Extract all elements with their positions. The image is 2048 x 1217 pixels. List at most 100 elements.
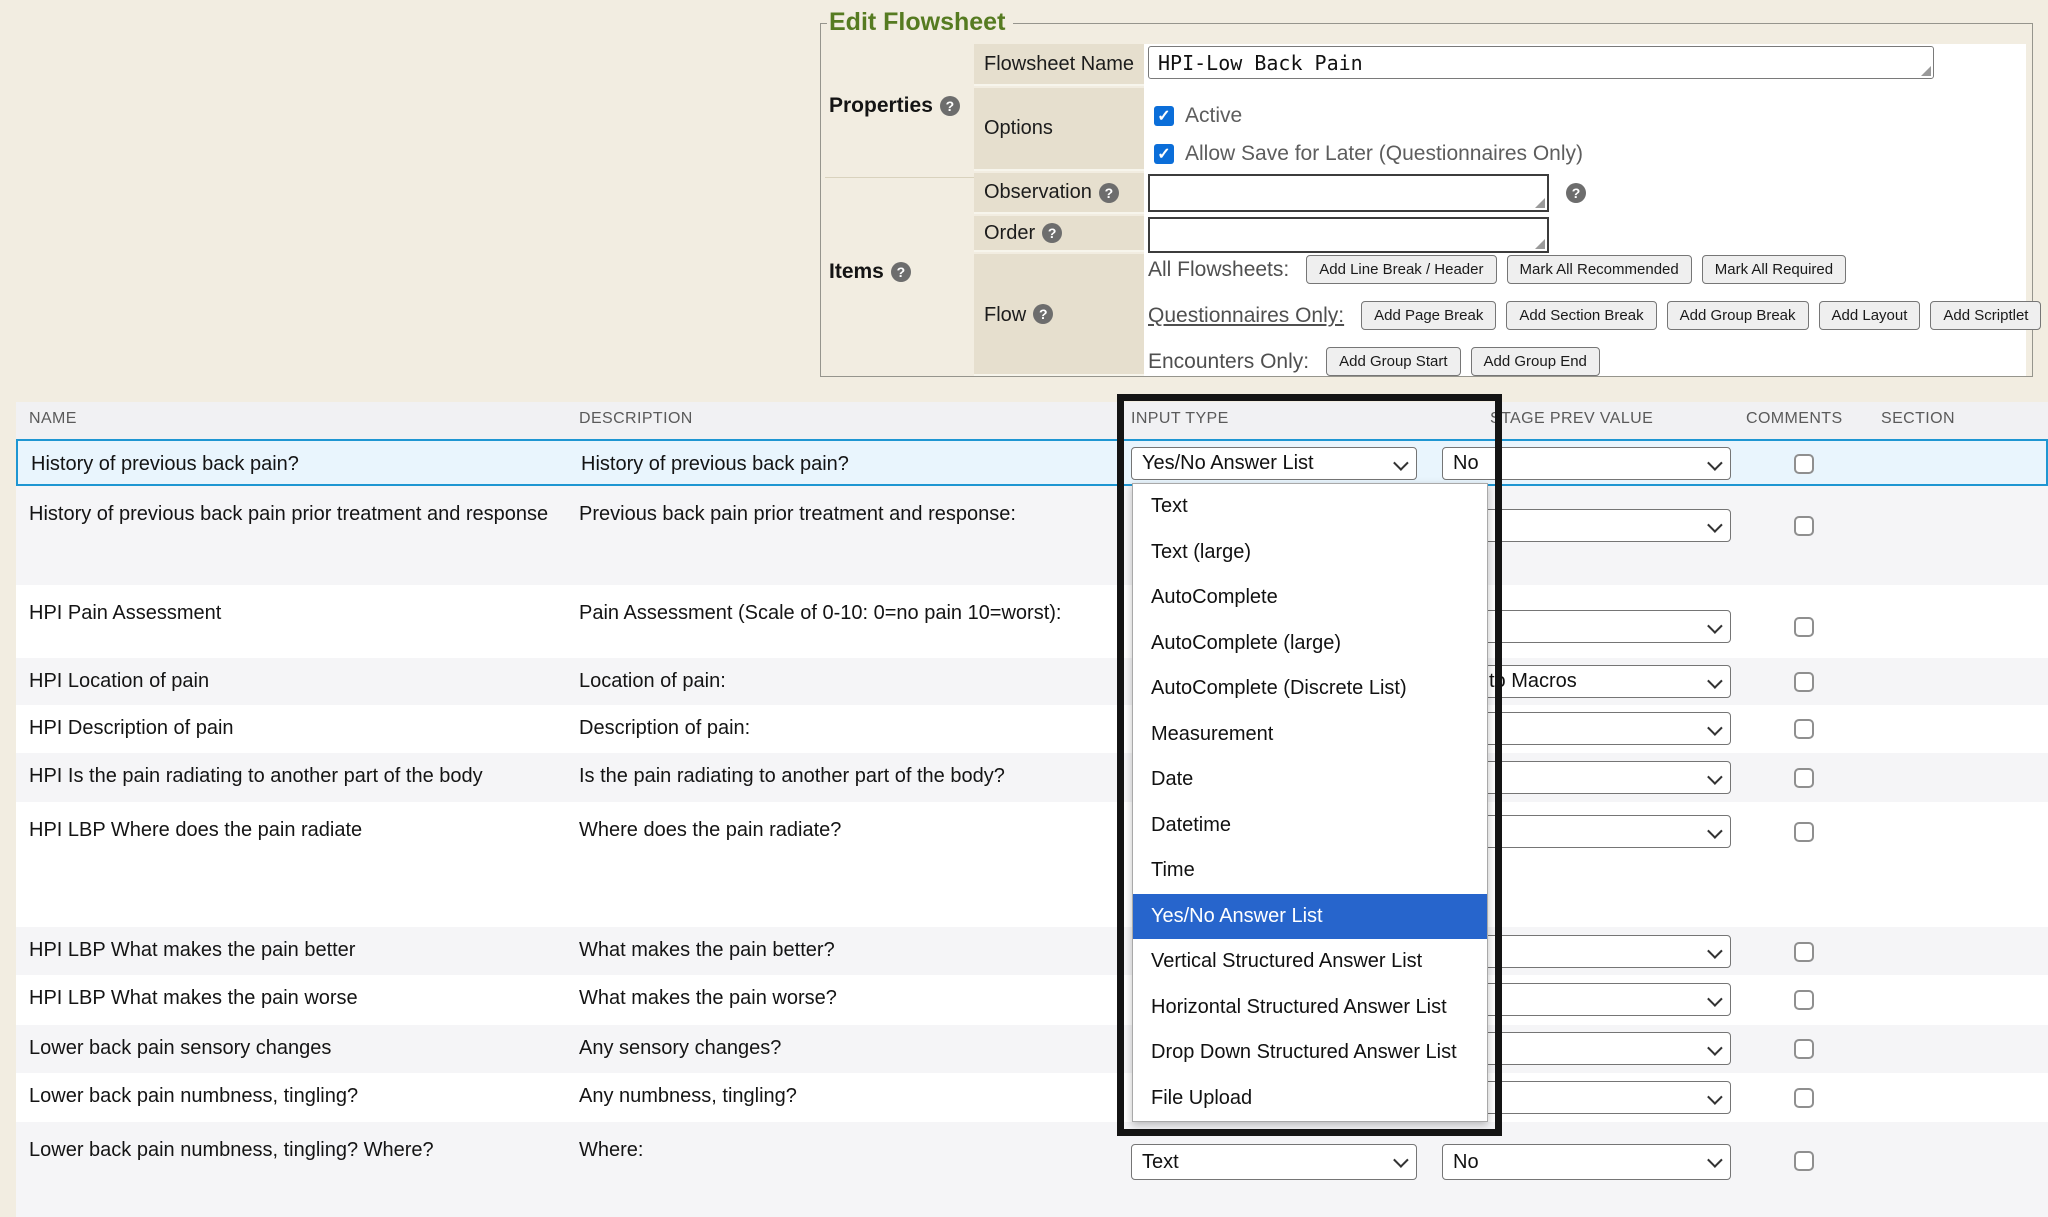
chevron-down-icon xyxy=(1707,517,1723,533)
comments-checkbox[interactable] xyxy=(1794,617,1814,637)
properties-help-icon[interactable]: ? xyxy=(940,96,960,116)
items-help-icon[interactable]: ? xyxy=(891,262,911,282)
add-layout-button[interactable]: Add Layout xyxy=(1819,301,1921,330)
comments-checkbox[interactable] xyxy=(1794,516,1814,536)
chevron-down-icon xyxy=(1707,1152,1723,1168)
option-allow-save-row: ✓ Allow Save for Later (Questionnaires O… xyxy=(1154,142,1583,166)
dropdown-option[interactable]: Time xyxy=(1133,848,1487,894)
allow-save-checkbox-label: Allow Save for Later (Questionnaires Onl… xyxy=(1185,142,1583,166)
input-type-select[interactable]: Text xyxy=(1131,1144,1417,1180)
observation-help-icon[interactable]: ? xyxy=(1099,183,1119,203)
col-header-name: NAME xyxy=(29,410,77,428)
row-description: Description of pain: xyxy=(579,715,1079,742)
comments-checkbox[interactable] xyxy=(1794,454,1814,474)
chevron-down-icon xyxy=(1707,991,1723,1007)
table-row[interactable]: HPI Is the pain radiating to another par… xyxy=(16,753,2048,802)
stage-prev-value-select[interactable]: No xyxy=(1442,1144,1731,1180)
dropdown-option[interactable]: Date xyxy=(1133,757,1487,803)
observation-field-help-icon[interactable]: ? xyxy=(1566,183,1586,203)
dropdown-option[interactable]: Vertical Structured Answer List xyxy=(1133,939,1487,985)
table-row[interactable]: Lower back pain sensory changesAny senso… xyxy=(16,1025,2048,1073)
add-page-break-button[interactable]: Add Page Break xyxy=(1361,301,1496,330)
table-row[interactable]: HPI LBP What makes the pain worseWhat ma… xyxy=(16,975,2048,1025)
table-row[interactable]: Lower back pain numbness, tingling?Any n… xyxy=(16,1073,2048,1122)
add-group-start-button[interactable]: Add Group Start xyxy=(1326,347,1460,376)
comments-checkbox[interactable] xyxy=(1794,1151,1814,1171)
resize-grip-icon[interactable] xyxy=(1535,198,1545,208)
encounters-buttons: Add Group Start Add Group End xyxy=(1326,347,1610,376)
mark-all-recommended-button[interactable]: Mark All Recommended xyxy=(1507,255,1692,284)
fieldset-legend: Edit Flowsheet xyxy=(827,8,1013,37)
row-description: Location of pain: xyxy=(579,668,1079,695)
comments-checkbox[interactable] xyxy=(1794,719,1814,739)
dropdown-option[interactable]: Drop Down Structured Answer List xyxy=(1133,1030,1487,1076)
comments-checkbox[interactable] xyxy=(1794,942,1814,962)
table-row[interactable]: HPI LBP What makes the pain betterWhat m… xyxy=(16,927,2048,975)
dropdown-option[interactable]: AutoComplete xyxy=(1133,575,1487,621)
chevron-down-icon xyxy=(1707,673,1723,689)
add-group-end-button[interactable]: Add Group End xyxy=(1471,347,1600,376)
comments-checkbox[interactable] xyxy=(1794,1088,1814,1108)
flow-all-flowsheets-row: All Flowsheets: Add Line Break / HeaderM… xyxy=(1148,255,1856,284)
add-line-break-header-button[interactable]: Add Line Break / Header xyxy=(1306,255,1496,284)
comments-checkbox[interactable] xyxy=(1794,768,1814,788)
table-row[interactable]: History of previous back pain?History of… xyxy=(16,439,2048,486)
active-checkbox[interactable]: ✓ xyxy=(1154,106,1174,126)
comments-checkbox[interactable] xyxy=(1794,1039,1814,1059)
add-group-break-button[interactable]: Add Group Break xyxy=(1667,301,1809,330)
observation-label-text: Observation xyxy=(984,181,1092,204)
dropdown-option[interactable]: Datetime xyxy=(1133,803,1487,849)
order-help-icon[interactable]: ? xyxy=(1042,223,1062,243)
resize-grip-icon[interactable] xyxy=(1535,239,1545,249)
table-row[interactable]: HPI LBP Where does the pain radiateWhere… xyxy=(16,802,2048,927)
comments-checkbox[interactable] xyxy=(1794,822,1814,842)
observation-textarea[interactable] xyxy=(1148,174,1549,212)
dropdown-option[interactable]: AutoComplete (large) xyxy=(1133,621,1487,667)
items-label-text: Items xyxy=(829,260,884,284)
add-scriptlet-button[interactable]: Add Scriptlet xyxy=(1930,301,2041,330)
observation-label: Observation ? xyxy=(974,173,1144,214)
dropdown-option[interactable]: AutoComplete (Discrete List) xyxy=(1133,666,1487,712)
table-row[interactable]: HPI Pain AssessmentPain Assessment (Scal… xyxy=(16,585,2048,658)
input-type-select[interactable]: Yes/No Answer List xyxy=(1131,447,1417,480)
row-description: What makes the pain better? xyxy=(579,937,1079,964)
dropdown-option[interactable]: Horizontal Structured Answer List xyxy=(1133,985,1487,1031)
comments-checkbox[interactable] xyxy=(1794,672,1814,692)
dropdown-option[interactable]: File Upload xyxy=(1133,1076,1487,1122)
table-row[interactable]: Lower back pain numbness, tingling? Wher… xyxy=(16,1122,2048,1217)
option-active-row: ✓ Active xyxy=(1154,104,1242,128)
flow-help-icon[interactable]: ? xyxy=(1033,304,1053,324)
table-row[interactable]: HPI Location of painLocation of pain: xyxy=(16,658,2048,705)
col-header-description: DESCRIPTION xyxy=(579,410,693,428)
col-header-stage-prev: STAGE PREV VALUE xyxy=(1490,410,1653,428)
order-textarea[interactable] xyxy=(1148,217,1549,253)
flowsheet-name-input[interactable]: HPI-Low Back Pain xyxy=(1148,46,1934,79)
table-row[interactable]: HPI Description of painDescription of pa… xyxy=(16,705,2048,753)
dropdown-option[interactable]: Text (large) xyxy=(1133,530,1487,576)
row-name: Lower back pain sensory changes xyxy=(29,1035,574,1062)
comments-checkbox[interactable] xyxy=(1794,990,1814,1010)
mark-all-required-button[interactable]: Mark All Required xyxy=(1702,255,1846,284)
dropdown-option[interactable]: Text xyxy=(1133,484,1487,530)
chevron-down-icon xyxy=(1707,823,1723,839)
table-row[interactable]: History of previous back pain prior trea… xyxy=(16,486,2048,585)
add-section-break-button[interactable]: Add Section Break xyxy=(1506,301,1656,330)
properties-section-label: Properties ? xyxy=(829,94,960,118)
row-name: HPI LBP What makes the pain better xyxy=(29,937,574,964)
input-type-dropdown-popup: TextText (large)AutoCompleteAutoComplete… xyxy=(1132,483,1488,1122)
col-header-input-type: INPUT TYPE xyxy=(1131,410,1229,428)
dropdown-option[interactable]: Measurement xyxy=(1133,712,1487,758)
row-description: Previous back pain prior treatment and r… xyxy=(579,501,1079,528)
row-name: Lower back pain numbness, tingling? xyxy=(29,1083,574,1110)
chevron-down-icon xyxy=(1707,769,1723,785)
row-description: Any sensory changes? xyxy=(579,1035,1079,1062)
questionnaires-only-link[interactable]: Questionnaires Only: xyxy=(1148,304,1344,328)
allow-save-checkbox[interactable]: ✓ xyxy=(1154,144,1174,164)
encounters-only-label: Encounters Only: xyxy=(1148,350,1309,374)
chevron-down-icon xyxy=(1707,720,1723,736)
dropdown-option[interactable]: Yes/No Answer List xyxy=(1133,894,1487,940)
stage-prev-value-select[interactable]: No xyxy=(1442,447,1731,480)
items-section-label: Items ? xyxy=(829,260,911,284)
options-label: Options xyxy=(974,88,1144,171)
resize-grip-icon[interactable] xyxy=(1921,66,1931,76)
